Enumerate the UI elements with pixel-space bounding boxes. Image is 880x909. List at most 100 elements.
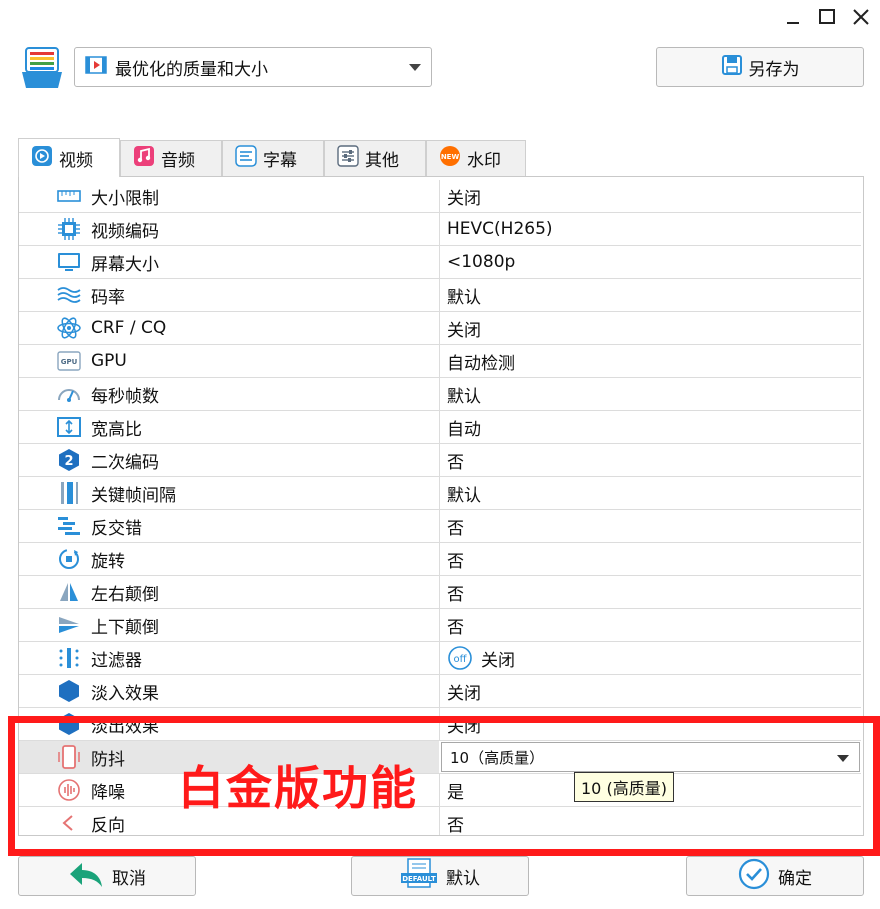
- setting-value-cell[interactable]: 关闭: [439, 312, 861, 344]
- setting-label-cell: GPU GPU: [19, 345, 439, 377]
- setting-row[interactable]: 大小限制 关闭: [19, 180, 861, 213]
- setting-value-cell[interactable]: 否: [439, 510, 861, 542]
- chevron-down-icon: [409, 64, 421, 71]
- tab-video[interactable]: 视频: [18, 138, 120, 177]
- maximize-button[interactable]: [812, 4, 842, 30]
- setting-row[interactable]: GPU GPU 自动检测: [19, 345, 861, 378]
- default-button[interactable]: DEFAULT 默认: [351, 856, 529, 896]
- settings-table[interactable]: 大小限制 关闭 视频编码 HEVC(H265) 屏幕大小 <1080p 码率 默认 CRF / …: [18, 176, 864, 836]
- video-tab-icon: [31, 145, 53, 172]
- setting-row[interactable]: 防抖 10（高质量）: [19, 741, 861, 774]
- setting-label-cell: 左右颠倒: [19, 576, 439, 608]
- tooltip-text: 10 (高质量): [581, 779, 667, 798]
- setting-value: 否: [447, 452, 464, 473]
- setting-row[interactable]: 旋转 否: [19, 543, 861, 576]
- setting-row[interactable]: 关键帧间隔 默认: [19, 477, 861, 510]
- setting-value-cell[interactable]: 默认: [439, 477, 861, 509]
- setting-label: 宽高比: [91, 419, 142, 440]
- setting-value-cell[interactable]: <1080p: [439, 246, 861, 278]
- tab-audio[interactable]: 音频: [120, 140, 222, 176]
- setting-row[interactable]: 降噪 是: [19, 774, 861, 807]
- setting-label-cell: 反交错: [19, 510, 439, 542]
- setting-row[interactable]: 左右颠倒 否: [19, 576, 861, 609]
- keyframe-icon: [57, 481, 81, 505]
- tab-other[interactable]: 其他: [324, 140, 426, 176]
- setting-value-cell[interactable]: 关闭: [439, 675, 861, 707]
- setting-value: 否: [447, 815, 464, 836]
- setting-value-cell[interactable]: 否: [439, 576, 861, 608]
- setting-value-cell[interactable]: 否: [439, 807, 861, 836]
- waves-icon: [57, 283, 81, 307]
- setting-label-cell: 关键帧间隔: [19, 477, 439, 509]
- setting-value-cell[interactable]: HEVC(H265): [439, 213, 861, 245]
- setting-value: 默认: [447, 287, 481, 308]
- setting-label: 二次编码: [91, 452, 159, 473]
- setting-row[interactable]: 屏幕大小 <1080p: [19, 246, 861, 279]
- setting-value-cell[interactable]: 自动: [439, 411, 861, 443]
- svg-text:NEW: NEW: [441, 153, 460, 161]
- minimize-button[interactable]: [778, 4, 808, 30]
- setting-row[interactable]: 宽高比 自动: [19, 411, 861, 444]
- setting-value: 否: [447, 584, 464, 605]
- rotate-icon: [57, 547, 81, 571]
- close-button[interactable]: [846, 4, 876, 30]
- cancel-button[interactable]: 取消: [18, 856, 196, 896]
- check-circle-icon: [738, 858, 770, 895]
- gpu-icon: GPU: [57, 349, 81, 373]
- setting-value-cell[interactable]: off 关闭: [439, 642, 861, 674]
- default-label: 默认: [446, 868, 480, 889]
- setting-row[interactable]: 上下颠倒 否: [19, 609, 861, 642]
- film-icon: [85, 55, 107, 80]
- app-logo-icon: [20, 46, 64, 90]
- off-toggle-icon: off: [447, 645, 473, 671]
- setting-row[interactable]: 每秒帧数 默认: [19, 378, 861, 411]
- preset-selected-label: 最优化的质量和大小: [115, 59, 268, 80]
- save-as-label: 另存为: [748, 59, 800, 80]
- setting-row[interactable]: 反交错 否: [19, 510, 861, 543]
- setting-value: 否: [447, 551, 464, 572]
- setting-label: 淡出效果: [91, 716, 159, 737]
- back-arrow-icon: [68, 859, 104, 894]
- setting-row[interactable]: 淡入效果 关闭: [19, 675, 861, 708]
- setting-value: 否: [447, 617, 464, 638]
- setting-label: 反交错: [91, 518, 142, 539]
- setting-value-cell[interactable]: 自动检测: [439, 345, 861, 377]
- setting-label-cell: 宽高比: [19, 411, 439, 443]
- setting-label-cell: 过滤器: [19, 642, 439, 674]
- save-as-button[interactable]: 另存为: [656, 47, 864, 87]
- tab-watermark[interactable]: NEW 水印: [426, 140, 526, 176]
- setting-label: 反向: [91, 815, 125, 836]
- setting-value-cell[interactable]: 默认: [439, 279, 861, 311]
- setting-label: GPU: [91, 351, 127, 371]
- setting-label-cell: 大小限制: [19, 180, 439, 212]
- setting-label: 防抖: [91, 749, 125, 770]
- setting-row[interactable]: 2 二次编码 否: [19, 444, 861, 477]
- stabilize-phone-icon: [57, 745, 81, 769]
- music-note-icon: [133, 145, 155, 172]
- setting-label-cell: 淡入效果: [19, 675, 439, 707]
- setting-value-cell[interactable]: 默认: [439, 378, 861, 410]
- setting-value-cell[interactable]: 否: [439, 444, 861, 476]
- setting-row[interactable]: 过滤器 off 关闭: [19, 642, 861, 675]
- setting-value-cell[interactable]: 否: [439, 609, 861, 641]
- setting-row[interactable]: 反向 否: [19, 807, 861, 836]
- setting-label: 关键帧间隔: [91, 485, 176, 506]
- setting-value-dropdown[interactable]: 10（高质量）: [441, 742, 860, 772]
- tab-label: 水印: [467, 151, 501, 171]
- denoise-icon: [57, 778, 81, 802]
- tab-label: 视频: [59, 150, 93, 171]
- setting-row[interactable]: CRF / CQ 关闭: [19, 312, 861, 345]
- setting-row[interactable]: 视频编码 HEVC(H265): [19, 213, 861, 246]
- setting-value: 自动检测: [447, 353, 515, 374]
- setting-row[interactable]: 淡出效果 关闭: [19, 708, 861, 741]
- setting-value-cell[interactable]: 关闭: [439, 180, 861, 212]
- tab-subtitle[interactable]: 字幕: [222, 140, 324, 176]
- setting-row[interactable]: 码率 默认: [19, 279, 861, 312]
- preset-dropdown[interactable]: 最优化的质量和大小: [74, 47, 432, 87]
- ok-button[interactable]: 确定: [686, 856, 864, 896]
- floppy-disk-icon: [721, 54, 743, 81]
- setting-label-cell: 码率: [19, 279, 439, 311]
- setting-value-cell[interactable]: 关闭: [439, 708, 861, 740]
- setting-label: 淡入效果: [91, 683, 159, 704]
- setting-value-cell[interactable]: 否: [439, 543, 861, 575]
